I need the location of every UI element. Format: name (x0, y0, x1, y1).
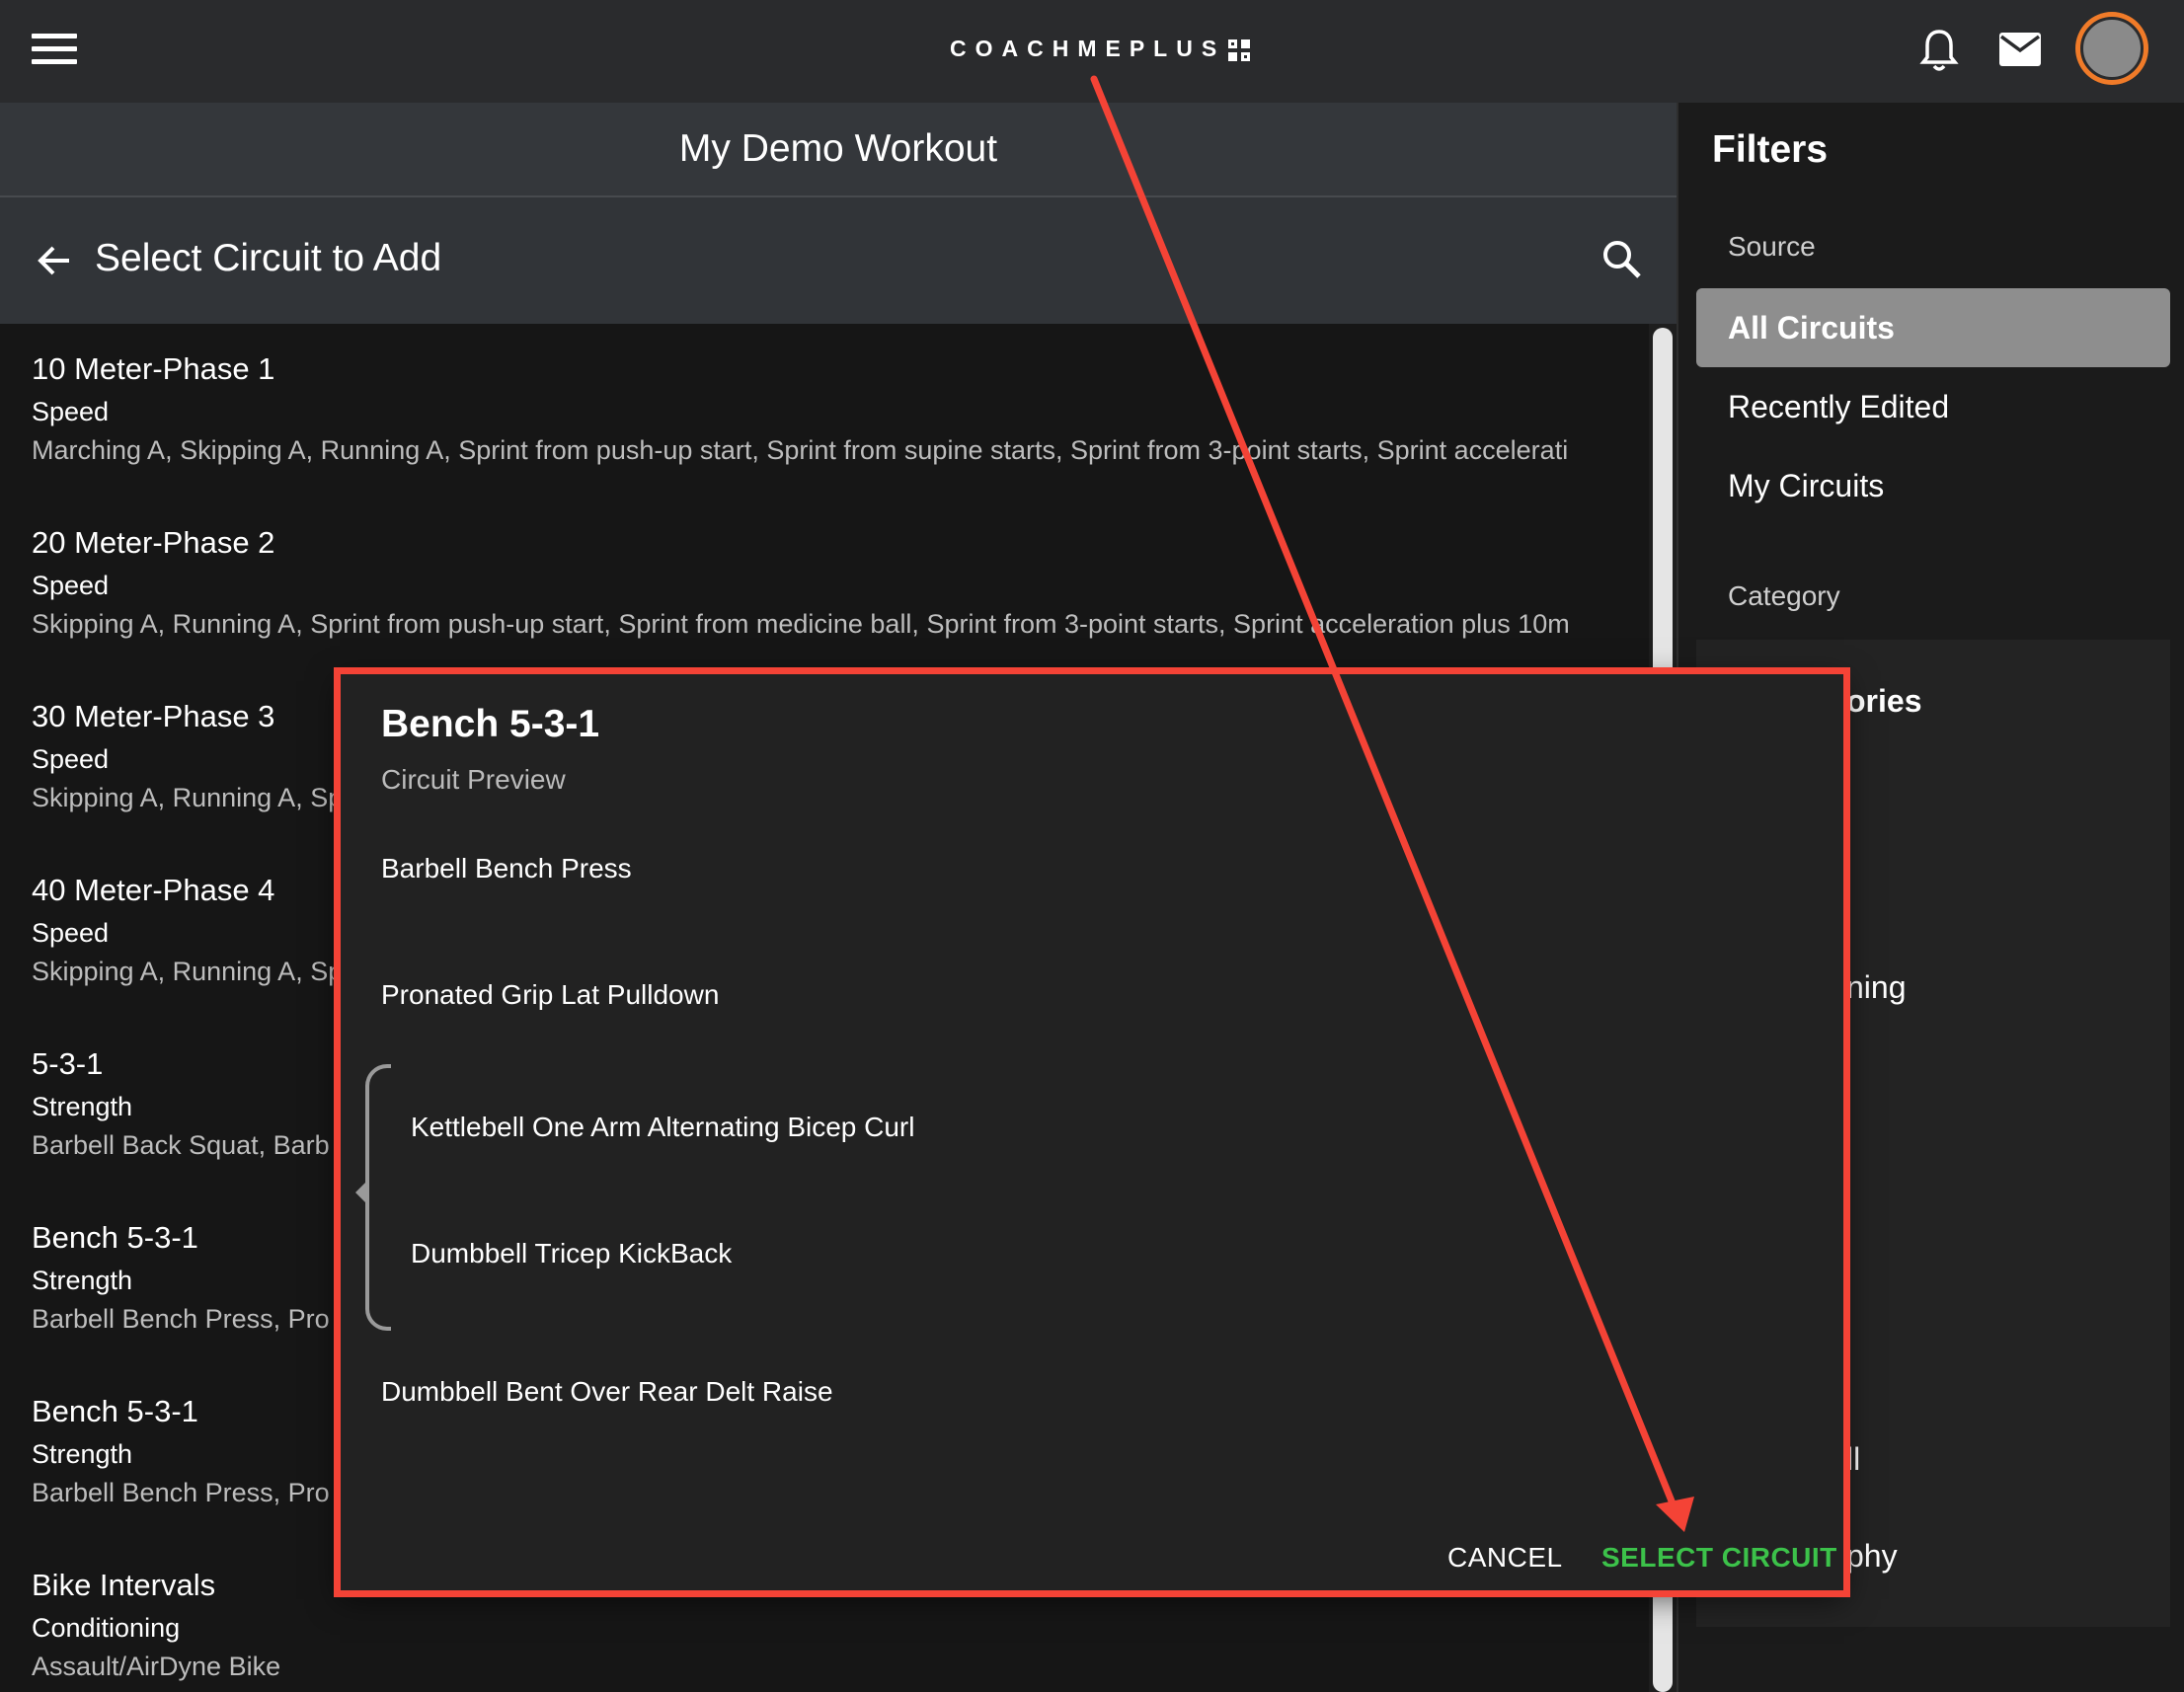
list-item[interactable]: 10 Meter-Phase 1 Speed Marching A, Skipp… (32, 351, 1621, 466)
filter-my-circuits[interactable]: My Circuits (1696, 446, 2170, 525)
logo-mark-icon (1228, 38, 1251, 61)
bell-icon[interactable] (1919, 28, 1959, 73)
circuit-exercises: Marching A, Skipping A, Running A, Sprin… (32, 435, 1569, 465)
exercise-item: Kettlebell One Arm Alternating Bicep Cur… (411, 1112, 915, 1142)
filters-title: Filters (1712, 128, 1829, 171)
dialog-subtitle: Circuit Preview (381, 764, 566, 795)
cancel-button[interactable]: CANCEL (1447, 1542, 1563, 1574)
top-app-bar: COACHMEPLUS (0, 0, 2184, 104)
page-title: My Demo Workout (678, 127, 998, 170)
circuit-category: Speed (32, 571, 110, 600)
avatar[interactable] (2075, 12, 2148, 85)
category-item[interactable]: phy (1846, 1538, 1898, 1575)
workout-title-bar: My Demo Workout (0, 103, 1677, 197)
circuit-name: 10 Meter-Phase 1 (32, 351, 275, 386)
filter-recently-edited[interactable]: Recently Edited (1696, 367, 2170, 446)
circuit-category: Speed (32, 397, 110, 426)
mail-icon[interactable] (1998, 32, 2042, 67)
category-item[interactable]: ories (1846, 683, 1921, 720)
exercise-item: Pronated Grip Lat Pulldown (381, 979, 720, 1010)
category-item[interactable]: ll (1846, 1441, 1860, 1478)
circuit-category: Conditioning (32, 1613, 181, 1643)
circuit-exercises: Assault/AirDyne Bike (32, 1652, 281, 1681)
superset-bracket-tip (355, 1181, 367, 1204)
source-label: Source (1728, 231, 1816, 262)
app-logo[interactable]: COACHMEPLUS (950, 36, 1251, 62)
dialog-title: Bench 5-3-1 (381, 703, 600, 745)
back-arrow-icon[interactable] (36, 241, 75, 280)
select-circuit-button[interactable]: SELECT CIRCUIT (1601, 1542, 1837, 1574)
select-circuit-header: Select Circuit to Add (0, 197, 1677, 324)
circuit-exercises: Skipping A, Running A, Sprint from push-… (32, 609, 1570, 639)
menu-icon[interactable] (32, 34, 77, 69)
filter-all-circuits[interactable]: All Circuits (1696, 288, 2170, 367)
circuit-name: 20 Meter-Phase 2 (32, 525, 275, 560)
search-icon[interactable] (1599, 237, 1645, 282)
exercise-item: Barbell Bench Press (381, 853, 632, 884)
list-item[interactable]: 20 Meter-Phase 2 Speed Skipping A, Runni… (32, 525, 1621, 640)
exercise-item: Dumbbell Bent Over Rear Delt Raise (381, 1376, 833, 1407)
avatar-image (2080, 17, 2144, 80)
logo-text: COACHMEPLUS (950, 36, 1226, 61)
category-item[interactable]: ning (1846, 969, 1907, 1006)
exercise-item: Dumbbell Tricep KickBack (411, 1238, 733, 1269)
category-label: Category (1728, 580, 1840, 611)
select-circuit-title: Select Circuit to Add (95, 237, 442, 279)
circuit-preview-dialog: Bench 5-3-1 Circuit Preview Barbell Benc… (340, 673, 1844, 1591)
superset-bracket (365, 1064, 391, 1331)
